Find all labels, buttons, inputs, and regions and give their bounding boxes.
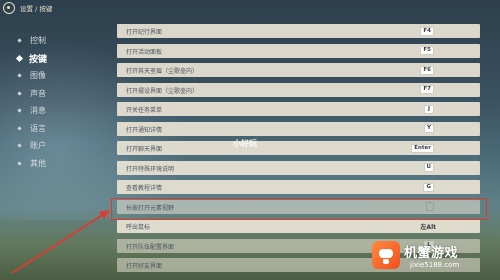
watermark-text: 小好玩	[233, 139, 257, 148]
brand-url: jixie5188.com	[410, 261, 460, 269]
game-settings-screen: 设置 / 按键 控制 按键 图像 声音 消息 语言 账户 其他 打开纪行界面 F…	[0, 0, 500, 280]
brand-watermark: 机蟹游戏 jixie5188.com	[370, 241, 498, 277]
crab-logo-icon	[372, 241, 400, 269]
brand-name: 机蟹游戏	[404, 246, 459, 261]
